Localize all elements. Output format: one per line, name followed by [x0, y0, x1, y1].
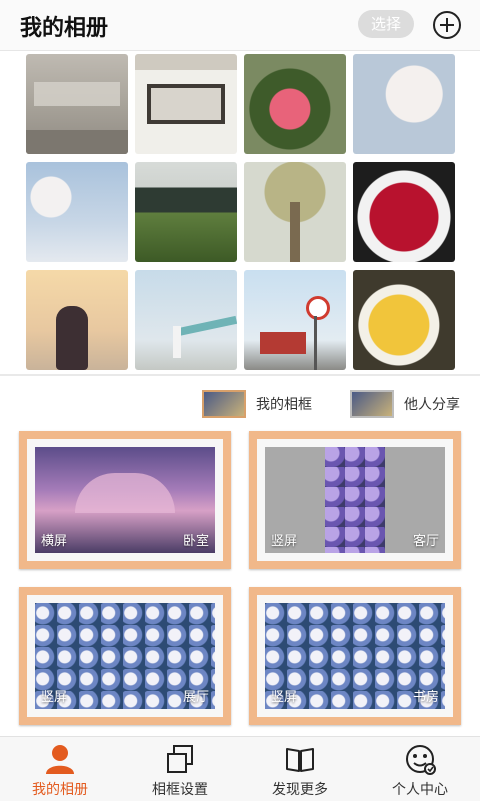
nav-discover[interactable]: 发现更多 — [240, 737, 360, 801]
photo-scarf-beach[interactable] — [135, 270, 237, 370]
frame-room: 展厅 — [182, 690, 209, 705]
user-center-icon — [406, 745, 436, 775]
tab-shared-frames-thumbnail — [350, 390, 394, 418]
photo-gate-plaque[interactable] — [135, 54, 237, 154]
photo-blossom-pier[interactable] — [26, 162, 128, 262]
tab-shared-frames[interactable]: 他人分享 — [350, 388, 460, 420]
frame-orientation: 竖屏 — [271, 690, 298, 705]
page-title: 我的相册 — [20, 16, 109, 41]
bottom-nav: 我的相册 相框设置 发现更多 个人中心 — [0, 736, 480, 801]
app-header: 我的相册 选择 — [0, 0, 480, 51]
tab-my-frames[interactable]: 我的相框 — [202, 388, 312, 420]
frame-card[interactable]: 横屏 卧室 — [19, 431, 231, 569]
photo-camellia[interactable] — [244, 54, 346, 154]
nav-discover-label: 发现更多 — [272, 782, 328, 798]
photo-raspberries[interactable] — [353, 162, 455, 262]
nav-frame-settings[interactable]: 相框设置 — [120, 737, 240, 801]
photo-stone-inscription[interactable] — [26, 54, 128, 154]
frame-card[interactable]: 竖屏 书房 — [249, 587, 461, 725]
frame-card[interactable]: 竖屏 展厅 — [19, 587, 231, 725]
section-divider — [0, 374, 480, 376]
select-button[interactable]: 选择 — [358, 10, 414, 38]
frame-card[interactable]: 竖屏 客厅 — [249, 431, 461, 569]
book-icon — [286, 748, 314, 772]
nav-user-center[interactable]: 个人中心 — [360, 737, 480, 801]
frame-orientation: 竖屏 — [41, 690, 68, 705]
frame-orientation: 竖屏 — [271, 534, 298, 549]
photo-tall-tree[interactable] — [244, 162, 346, 262]
add-icon[interactable] — [432, 10, 462, 40]
nav-user-center-label: 个人中心 — [392, 782, 448, 798]
photo-cherry-blossom[interactable] — [353, 54, 455, 154]
frame-room: 卧室 — [182, 534, 209, 549]
nav-frame-settings-label: 相框设置 — [152, 782, 208, 798]
photo-sunset-girl[interactable] — [26, 270, 128, 370]
nav-my-album-label: 我的相册 — [32, 782, 88, 798]
photo-train-sign[interactable] — [244, 270, 346, 370]
nav-my-album[interactable]: 我的相册 — [0, 737, 120, 801]
tab-shared-frames-label: 他人分享 — [404, 397, 460, 413]
frame-room: 书房 — [412, 690, 439, 705]
frame-room: 客厅 — [412, 534, 439, 549]
tab-my-frames-thumbnail — [202, 390, 246, 418]
frames-icon — [167, 745, 193, 773]
photo-forest-meadow[interactable] — [135, 162, 237, 262]
photo-food-plate[interactable] — [353, 270, 455, 370]
frame-orientation: 横屏 — [41, 534, 68, 549]
tab-my-frames-label: 我的相框 — [256, 397, 312, 413]
person-icon — [46, 745, 74, 774]
